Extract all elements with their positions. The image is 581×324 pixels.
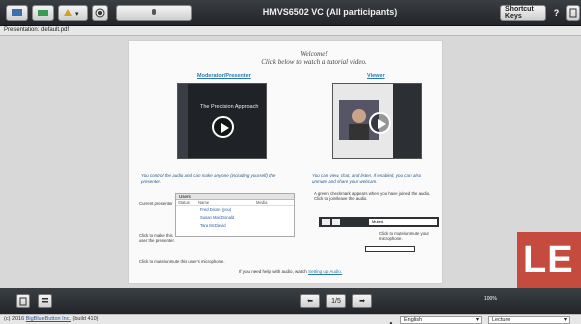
presentation-title: Presentation: default.pdf [4, 27, 70, 33]
deskshare-button[interactable]: ▾ [58, 5, 88, 21]
audio-bar: Muted [319, 217, 439, 227]
header-media: Media [256, 200, 268, 205]
camera-icon [38, 10, 48, 16]
user-row[interactable]: Susan MacDonald [200, 214, 294, 222]
viewer-video[interactable] [332, 83, 422, 159]
copyright: (c) 2016 BigBlueButton Inc. (build 410) [4, 316, 99, 322]
layout-select[interactable]: Lecture [488, 316, 570, 324]
footer: (c) 2016 BigBlueButton Inc. (build 410) … [0, 314, 581, 324]
presentation-area: Welcome! Click below to watch a tutorial… [0, 36, 581, 288]
meeting-title: HMVS6502 VC (All participants) [262, 7, 398, 17]
list-icon [42, 298, 48, 303]
arrow-right-icon: ➡ [359, 298, 365, 305]
help-audio-prefix: If you need help with audio, watch [239, 269, 307, 274]
svg-text:▾: ▾ [75, 11, 79, 18]
moderator-video[interactable]: The Precision Approach [177, 83, 267, 159]
video-sidebar [178, 84, 188, 158]
users-list: Fred Dixon (you) Susan MacDonald Tara Mc… [176, 206, 294, 230]
previous-slide-button[interactable]: ⬅ [300, 294, 320, 308]
microphone-icon [152, 9, 156, 15]
user-row[interactable]: Tara McDavid [200, 222, 294, 230]
logout-icon [569, 8, 577, 18]
webcam-button[interactable] [32, 5, 54, 21]
desktop-share-icon: ▾ [64, 9, 79, 18]
next-slide-button[interactable]: ➡ [352, 294, 372, 308]
video-dark-panel [393, 84, 421, 158]
text-size-icon[interactable]: A [387, 316, 397, 324]
top-toolbar: ▾ HMVS6502 VC (All participants) Shortcu… [0, 0, 581, 26]
overlay-logo: LE [517, 232, 581, 288]
muted-indicator: Muted [369, 219, 437, 225]
copyright-prefix: (c) 2016 [4, 316, 26, 322]
play-icon[interactable] [212, 116, 234, 138]
video-title: The Precision Approach [200, 104, 259, 110]
page-indicator[interactable]: 1/5 [326, 294, 346, 308]
arrow-left-icon: ⬅ [307, 298, 313, 305]
green-check-label: A green checkmark appears when you have … [314, 191, 431, 201]
screen-icon [12, 9, 22, 16]
zoom-level: 100% [484, 296, 497, 302]
viewer-description: You can view, chat, and listen. If enabl… [312, 173, 422, 184]
microphone-button[interactable] [116, 5, 192, 21]
logout-button[interactable] [566, 5, 580, 21]
presentation-button[interactable] [6, 5, 28, 21]
help-audio-text: If you need help with audio, watch Setti… [239, 269, 389, 274]
presentation-header: Presentation: default.pdf [0, 26, 581, 36]
upload-button[interactable] [16, 294, 30, 308]
header-status: Status [178, 200, 190, 205]
language-select[interactable]: English [400, 316, 482, 324]
presentation-controls: ⬅ 1/5 ➡ 100% [0, 288, 581, 314]
mic-level [365, 246, 415, 252]
upload-icon [19, 297, 27, 305]
copyright-link[interactable]: BigBlueButton Inc. [26, 316, 71, 322]
join-audio-icon[interactable] [322, 219, 330, 225]
setting-up-audio-link[interactable]: Setting up Audio. [308, 269, 342, 274]
mute-mic-label: Click to mute/unmute your microphone. [379, 231, 429, 241]
moderator-description: You control the audio and can make anyon… [141, 173, 276, 184]
welcome-subheading: Click below to watch a tutorial video. [261, 58, 367, 66]
copyright-suffix: (build 410) [70, 316, 99, 322]
mic-icon[interactable] [332, 219, 340, 225]
moderator-link[interactable]: Moderator/Presenter [197, 73, 251, 79]
current-presenter-label: Current presenter [139, 201, 173, 206]
welcome-text: Welcome! Click below to watch a tutorial… [229, 50, 399, 66]
shortcut-keys-button[interactable]: Shortcut Keys [500, 5, 546, 21]
users-panel: Users Status Name Media Fred Dixon (you)… [175, 193, 295, 237]
make-presenter-label: Click to make this user the presenter. [139, 233, 175, 243]
viewer-link[interactable]: Viewer [367, 73, 385, 79]
record-button[interactable] [92, 5, 108, 21]
slide: Welcome! Click below to watch a tutorial… [128, 40, 443, 284]
user-row[interactable]: Fred Dixon (you) [200, 206, 294, 214]
header-name: Name [198, 200, 210, 205]
welcome-heading: Welcome! [300, 50, 328, 58]
play-icon[interactable] [369, 112, 391, 134]
poll-button[interactable] [38, 294, 52, 308]
mute-user-label: Click to mute/unmute this user's microph… [139, 259, 225, 264]
help-button[interactable]: ? [551, 5, 562, 21]
record-icon [95, 8, 105, 18]
